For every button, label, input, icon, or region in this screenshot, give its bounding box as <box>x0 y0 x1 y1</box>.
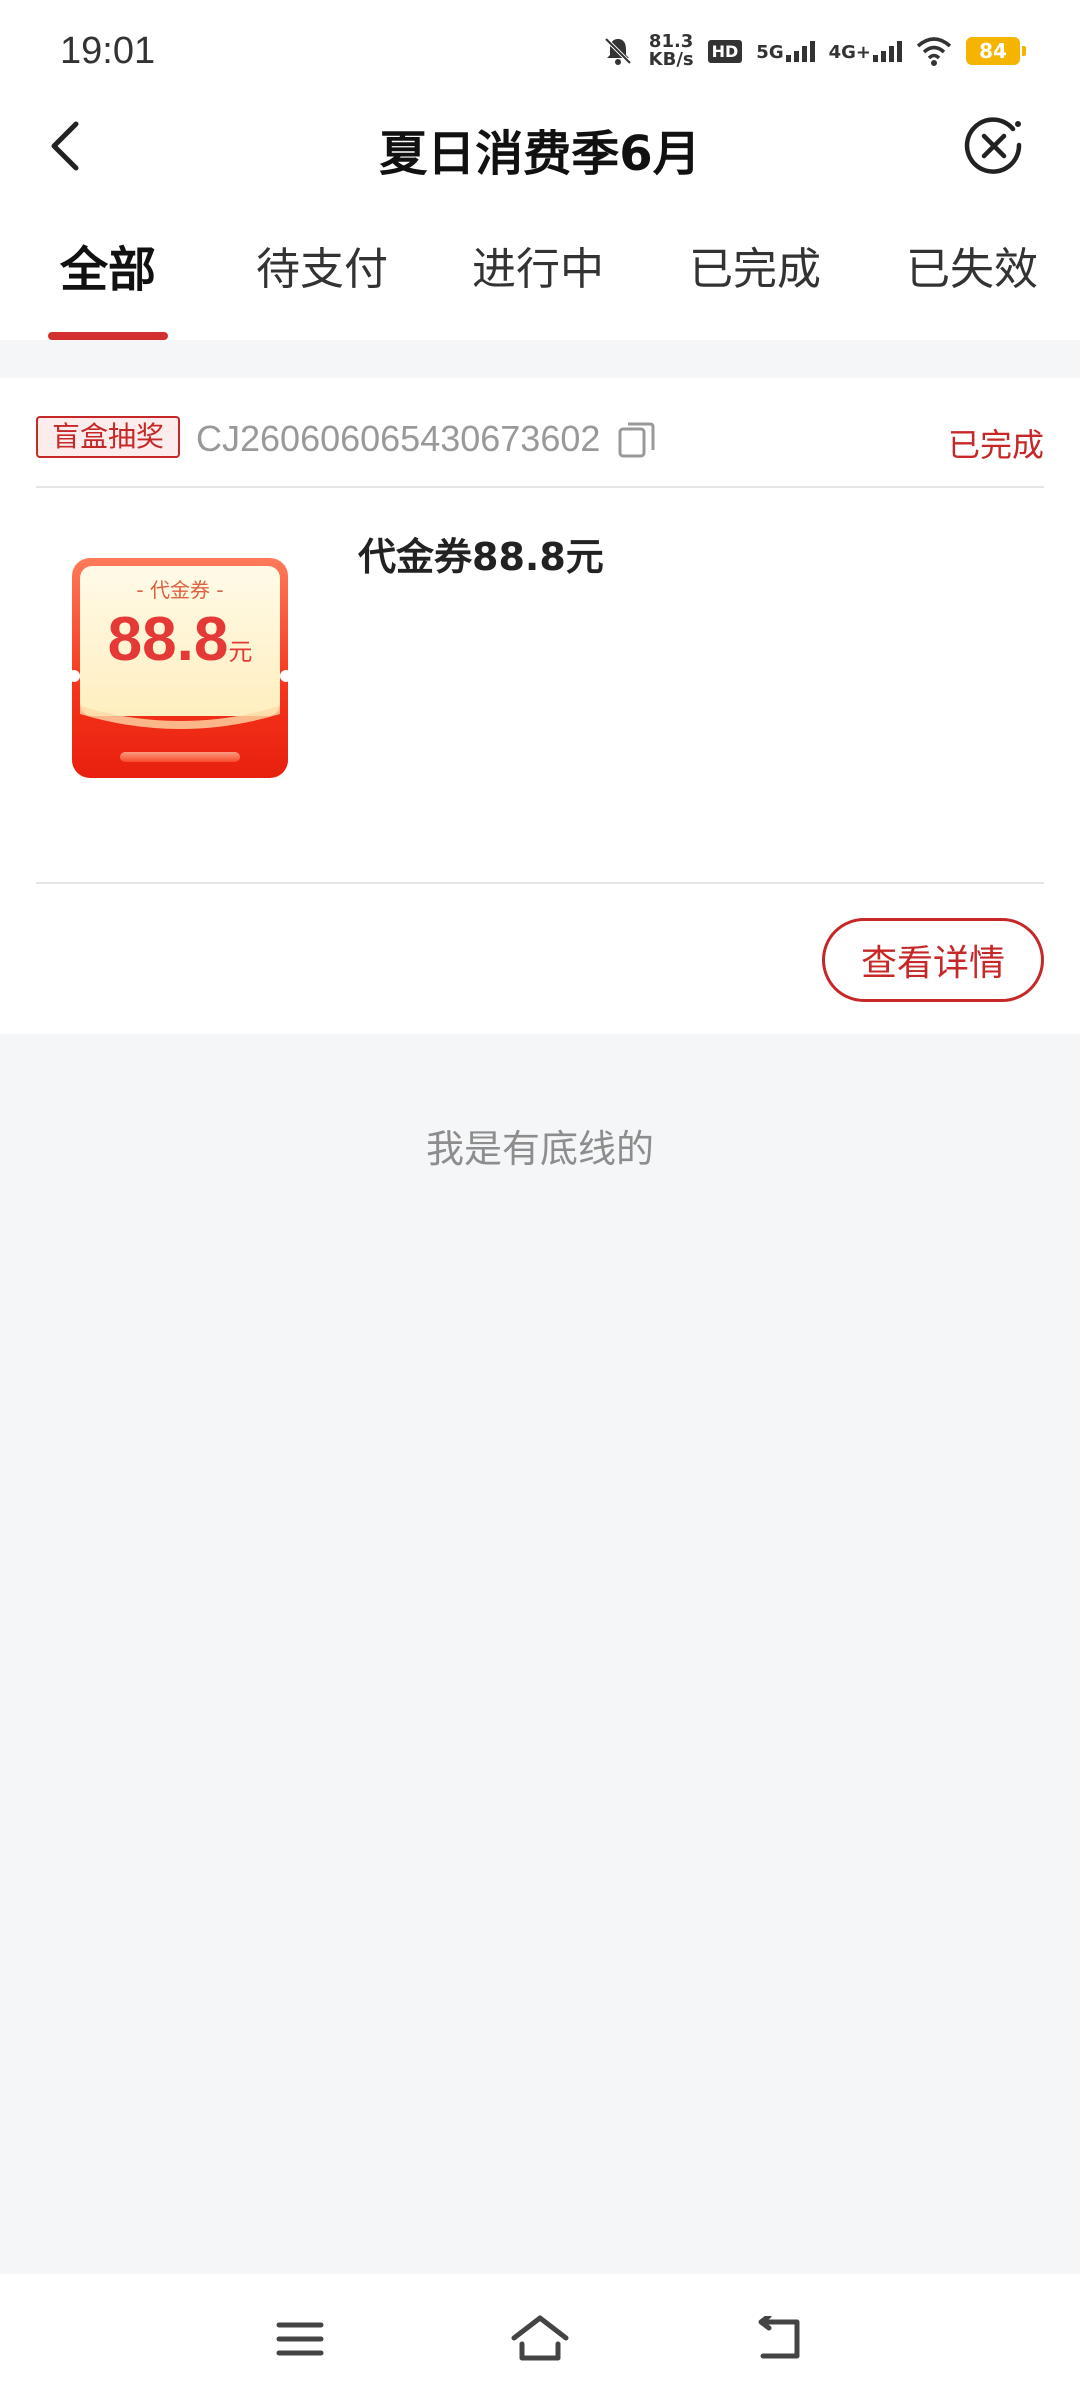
system-nav-bar <box>0 2274 1080 2400</box>
back-icon <box>758 2316 800 2359</box>
status-bar: 19:01 81.3 KB/s HD 5G 4G+ 84 <box>0 0 1080 100</box>
divider <box>36 486 1044 488</box>
menu-icon <box>276 2322 324 2356</box>
home-icon <box>511 2315 569 2361</box>
battery-indicator: 84 <box>966 37 1026 65</box>
signal-5g-icon: 5G <box>756 40 815 62</box>
close-circle-icon <box>964 117 1022 174</box>
coupon-amount: 88.8元 <box>107 605 253 674</box>
close-button[interactable] <box>962 114 1026 178</box>
order-type-tag: 盲盒抽奖 <box>36 416 181 458</box>
mute-bell-icon <box>604 37 632 65</box>
order-status: 已完成 <box>947 426 1044 464</box>
tab-expired[interactable]: 已失效 <box>882 240 1062 300</box>
item-title: 代金券88.8元 <box>358 535 604 579</box>
page: 19:01 81.3 KB/s HD 5G 4G+ 84 夏日消费季6月 全部 … <box>0 0 1080 2400</box>
net-speed: 81.3 KB/s <box>648 31 694 70</box>
order-header: 盲盒抽奖 CJ260606065430673602 已完成 <box>36 414 1044 464</box>
page-title: 夏日消费季6月 <box>379 126 701 182</box>
coupon-label: - 代金券 - <box>136 578 224 602</box>
copy-icon[interactable] <box>616 418 658 460</box>
tab-completed[interactable]: 已完成 <box>665 240 845 300</box>
wifi-icon <box>916 37 952 66</box>
header: 夏日消费季6月 <box>0 100 1080 200</box>
tab-bar: 全部 待支付 进行中 已完成 已失效 <box>0 200 1080 340</box>
order-card[interactable]: 盲盒抽奖 CJ260606065430673602 已完成 - 代金券 - 88… <box>0 378 1080 1034</box>
tab-in-progress[interactable]: 进行中 <box>448 240 628 300</box>
home-button[interactable] <box>500 2304 580 2374</box>
status-time: 19:01 <box>60 30 156 72</box>
tab-pending-payment[interactable]: 待支付 <box>232 240 412 300</box>
tab-active-indicator <box>48 332 168 340</box>
end-of-list-note: 我是有底线的 <box>425 1127 654 1171</box>
tab-all[interactable]: 全部 <box>18 240 198 300</box>
hd-badge: HD <box>707 39 743 63</box>
recents-button[interactable] <box>260 2304 340 2374</box>
signal-4g-icon: 4G+ <box>829 40 902 62</box>
order-number: CJ260606065430673602 <box>196 418 601 459</box>
system-back-button[interactable] <box>740 2304 820 2374</box>
view-details-button[interactable]: 查看详情 <box>822 918 1044 1002</box>
status-icons: 81.3 KB/s HD 5G 4G+ 84 <box>601 28 1026 74</box>
divider <box>36 882 1044 884</box>
